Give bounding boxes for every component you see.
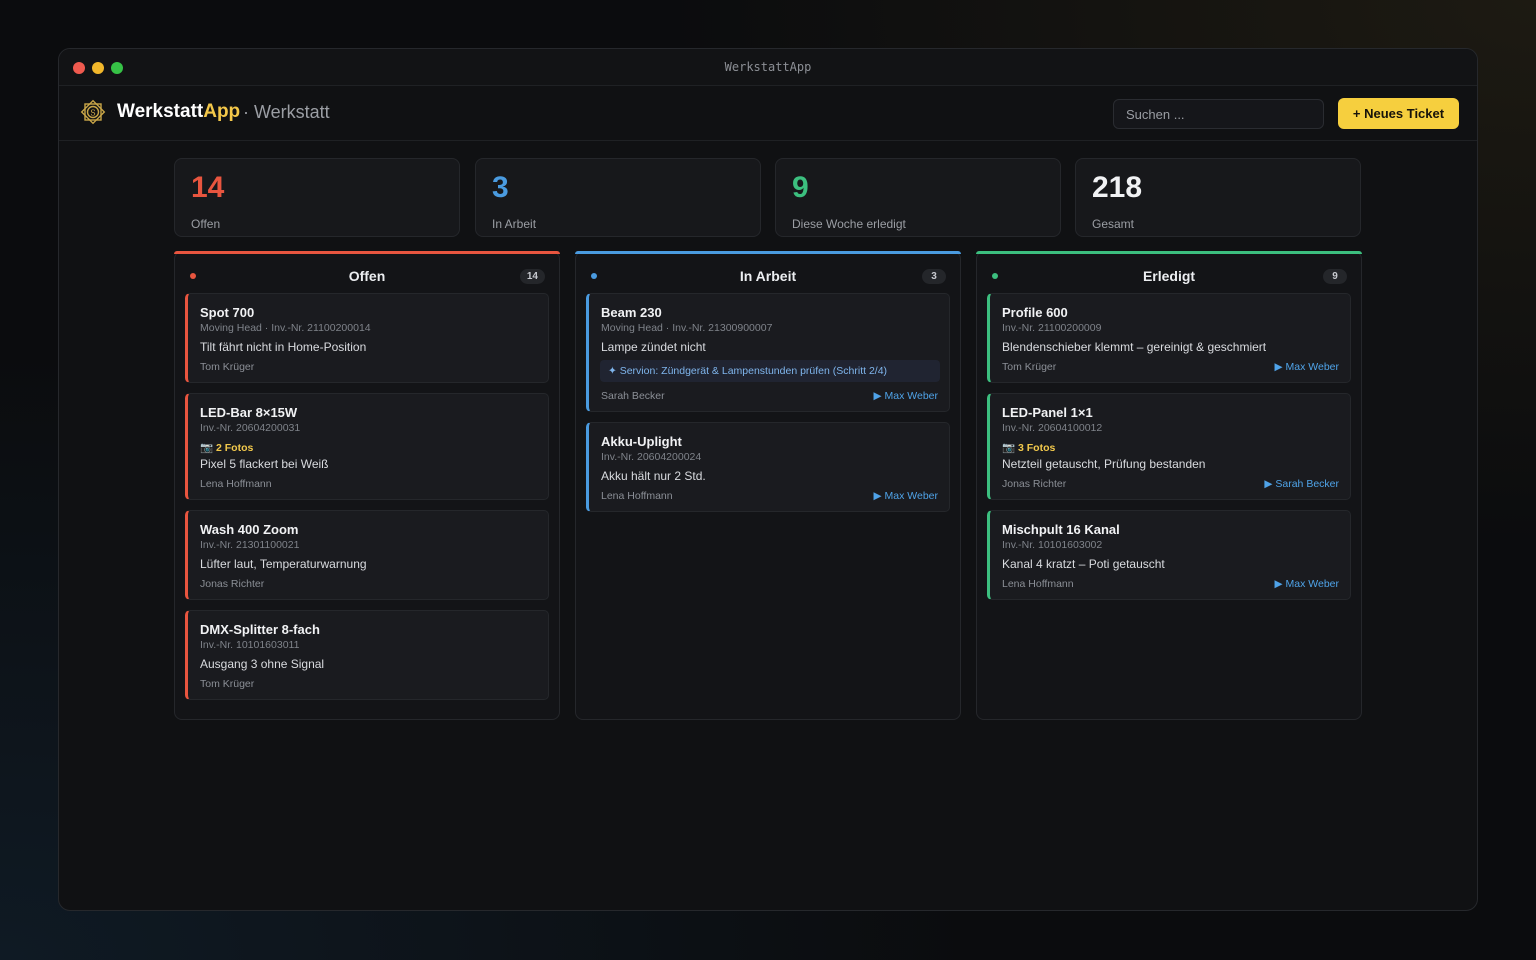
photo-attachment-badge[interactable]: 📷 2 Fotos [200,441,253,454]
column-title: In Arbeit [739,268,797,284]
ticket-meta: Moving Head · Inv.-Nr. 21300900007 [601,322,773,334]
photo-attachment-badge[interactable]: 📷 3 Fotos [1002,441,1055,454]
ticket-title: Akku-Uplight [601,434,682,449]
stat-card-total: 218 Gesamt [1075,158,1361,237]
ticket-description: Lüfter laut, Temperaturwarnung [200,557,367,571]
brand-accent: App [203,101,241,122]
ticket-title: LED-Panel 1×1 [1002,405,1093,420]
ticket-reporter: Lena Hoffmann [200,478,272,490]
ticket-title: Spot 700 [200,305,255,320]
ticket-card[interactable]: Beam 230 Moving Head · Inv.-Nr. 21300900… [586,293,950,412]
assistant-hint[interactable]: ✦ Servion: Zündgerät & Lampenstunden prü… [600,360,940,382]
stat-value: 218 [1092,171,1143,204]
ticket-card[interactable]: Profile 600 Inv.-Nr. 21100200009 Blenden… [987,293,1351,383]
stat-label: Diese Woche erledigt [792,217,906,231]
ticket-assignee[interactable]: ▶ Max Weber [874,490,938,502]
column-count-badge: 9 [1323,269,1347,284]
ticket-description: Ausgang 3 ohne Signal [200,657,325,671]
ticket-description: Akku hält nur 2 Std. [601,469,706,483]
ticket-reporter: Sarah Becker [601,390,665,402]
column-count-badge: 3 [922,269,946,284]
column-done: Erledigt 9 Profile 600 Inv.-Nr. 21100200… [976,251,1362,720]
ticket-meta: Inv.-Nr. 10101603011 [200,639,300,651]
app-header: S WerkstattApp · Werkstatt + Neues Ticke… [59,86,1477,141]
stat-value: 3 [492,171,509,204]
ticket-reporter: Lena Hoffmann [1002,578,1074,590]
column-open: Offen 14 Spot 700 Moving Head · Inv.-Nr.… [174,251,560,720]
ticket-meta: Inv.-Nr. 10101603002 [1002,539,1103,551]
ticket-meta: Inv.-Nr. 20604100012 [1002,422,1103,434]
ticket-card[interactable]: Wash 400 Zoom Inv.-Nr. 21301100021 Lüfte… [185,510,549,600]
ticket-meta: Inv.-Nr. 21301100021 [200,539,300,551]
ticket-reporter: Jonas Richter [200,578,265,590]
column-count-badge: 14 [519,269,545,284]
ticket-assignee[interactable]: ▶ Max Weber [1275,578,1339,590]
stat-card-done-this-week: 9 Diese Woche erledigt [775,158,1061,237]
ticket-description: Lampe zündet nicht [601,340,706,354]
ticket-description: Kanal 4 kratzt – Poti getauscht [1002,557,1165,571]
stat-label: Offen [191,217,221,231]
ticket-description: Tilt fährt nicht in Home-Position [200,340,367,354]
stat-card-open: 14 Offen [174,158,460,237]
column-title: Erledigt [1142,268,1196,284]
ticket-reporter: Lena Hoffmann [601,490,673,502]
ticket-meta: Inv.-Nr. 20604200024 [601,451,702,463]
column-title: Offen [348,268,386,284]
new-ticket-button[interactable]: + Neues Ticket [1338,98,1459,129]
ticket-description: Netzteil getauscht, Prüfung bestanden [1002,457,1206,471]
title-bar: WerkstattApp [59,49,1477,86]
ticket-assignee[interactable]: ▶ Sarah Becker [1264,478,1339,490]
svg-text:S: S [90,109,95,118]
ticket-card[interactable]: LED-Bar 8×15W Inv.-Nr. 20604200031 📷 2 F… [185,393,549,500]
ticket-card[interactable]: Mischpult 16 Kanal Inv.-Nr. 10101603002 … [987,510,1351,600]
stat-value: 9 [792,171,809,204]
stat-card-in-progress: 3 In Arbeit [475,158,761,237]
window-title: WerkstattApp [724,60,812,74]
ticket-description: Pixel 5 flackert bei Weiß [200,457,329,471]
stat-value: 14 [191,171,225,204]
ticket-reporter: Tom Krüger [200,678,255,690]
ticket-reporter: Tom Krüger [1002,361,1057,373]
ticket-title: Wash 400 Zoom [200,522,299,537]
column-in-progress: In Arbeit 3 Beam 230 Moving Head · Inv.-… [575,251,961,720]
logo-icon: S [80,99,106,125]
app-window: WerkstattApp S WerkstattApp · Werkstatt … [58,48,1478,911]
ticket-description: Blendenschieber klemmt – gereinigt & ges… [1002,340,1267,354]
ticket-meta: Inv.-Nr. 21100200009 [1002,322,1102,334]
ticket-meta: Moving Head · Inv.-Nr. 21100200014 [200,322,371,334]
brand-primary: Werkstatt [117,101,204,122]
ticket-card[interactable]: LED-Panel 1×1 Inv.-Nr. 20604100012 📷 3 F… [987,393,1351,500]
ticket-title: DMX-Splitter 8-fach [200,622,320,637]
ticket-reporter: Jonas Richter [1002,478,1067,490]
ticket-assignee[interactable]: ▶ Max Weber [874,390,938,402]
ticket-card[interactable]: Akku-Uplight Inv.-Nr. 20604200024 Akku h… [586,422,950,512]
ticket-title: Beam 230 [601,305,662,320]
ticket-title: Profile 600 [1002,305,1068,320]
ticket-title: Mischpult 16 Kanal [1002,522,1120,537]
search-input[interactable] [1113,99,1324,129]
section-breadcrumb: · Werkstatt [243,102,330,122]
ticket-card[interactable]: Spot 700 Moving Head · Inv.-Nr. 21100200… [185,293,549,383]
stat-label: Gesamt [1092,217,1135,231]
stat-label: In Arbeit [492,217,537,231]
ticket-reporter: Tom Krüger [200,361,255,373]
ticket-title: LED-Bar 8×15W [200,405,298,420]
ticket-assignee[interactable]: ▶ Max Weber [1275,361,1339,373]
ticket-meta: Inv.-Nr. 20604200031 [200,422,301,434]
brand-name: WerkstattApp [117,101,240,123]
ticket-card[interactable]: DMX-Splitter 8-fach Inv.-Nr. 10101603011… [185,610,549,700]
